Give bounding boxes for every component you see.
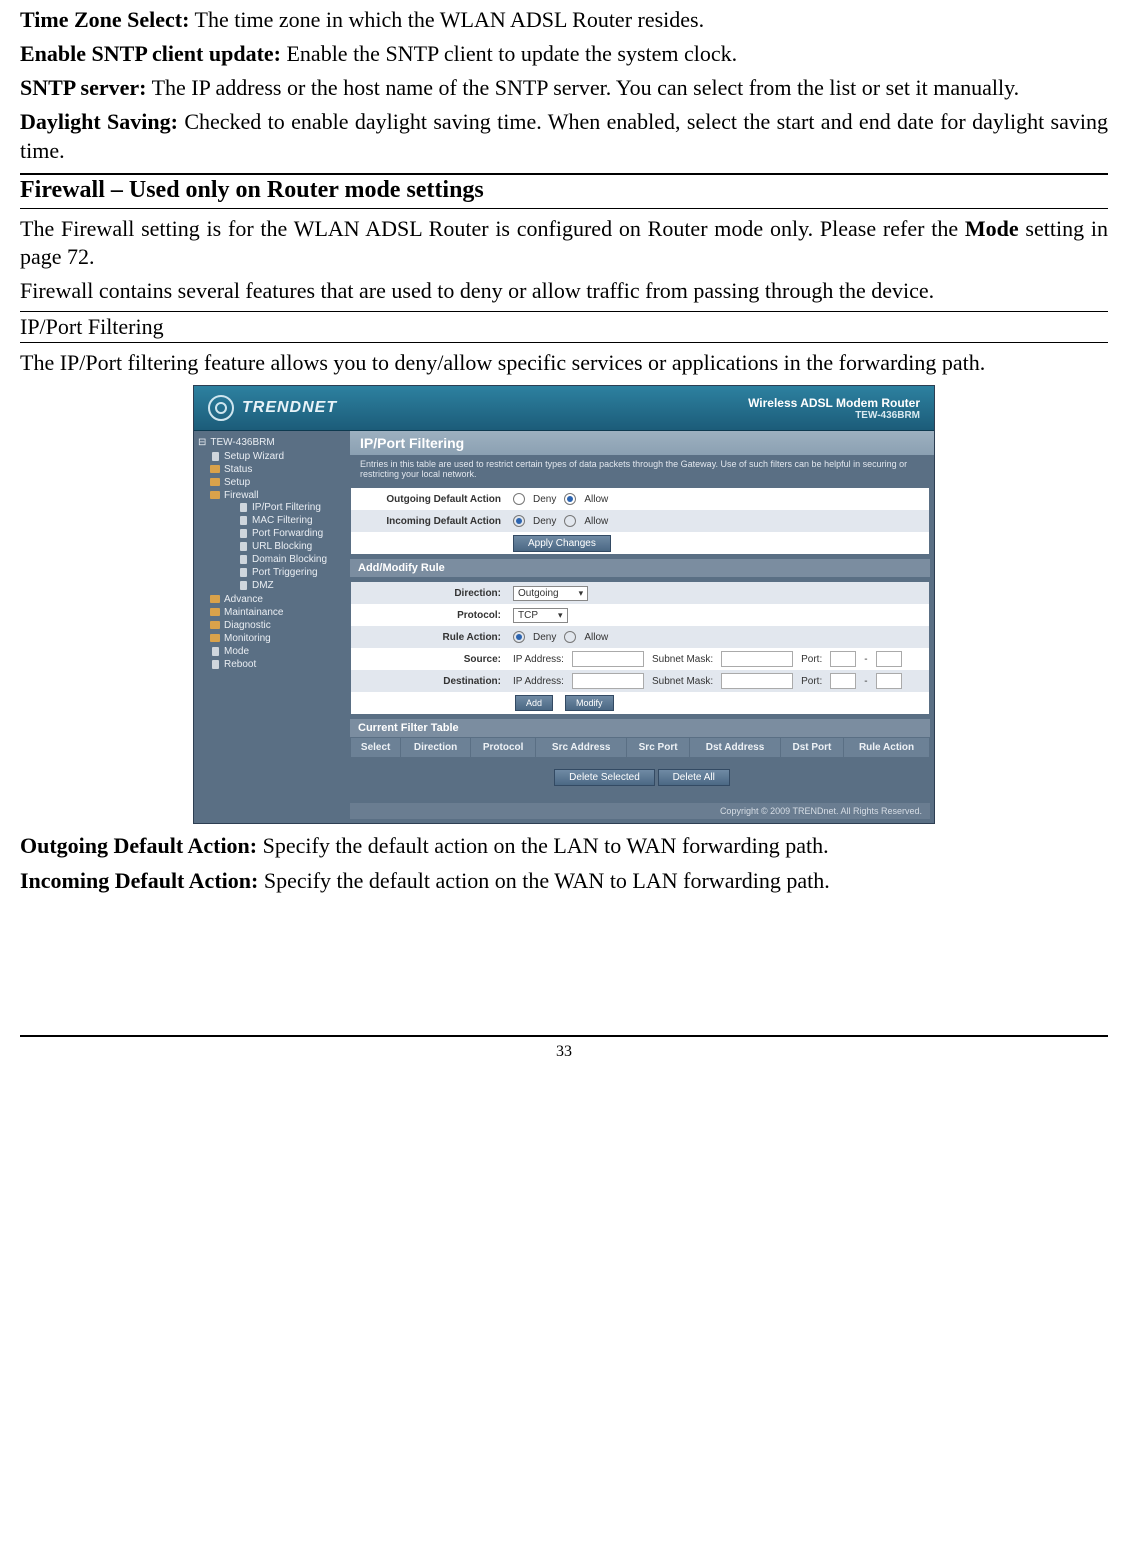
brand-text: TRENDNET [242,399,337,417]
dst-port-from-input[interactable] [830,673,856,689]
page-number: 33 [20,1035,1108,1061]
nav-url-blocking[interactable]: URL Blocking [238,540,346,553]
nav-firewall[interactable]: Firewall IP/Port Filtering MAC Filtering… [210,489,346,593]
fw-para2: Firewall contains several features that … [20,277,1108,305]
nav-port-triggering[interactable]: Port Triggering [238,566,346,579]
dst-port-to-input[interactable] [876,673,902,689]
outgoing-deny-radio[interactable] [513,493,525,505]
protocol-select[interactable]: TCP [513,608,568,623]
nav-advance[interactable]: Advance [210,593,346,606]
def-timezone: Time Zone Select: The time zone in which… [20,6,1108,34]
direction-select[interactable]: Outgoing [513,586,588,601]
product-label: Wireless ADSL Modem Router TEW-436BRM [748,396,920,421]
incoming-allow-radio[interactable] [564,515,576,527]
def-incoming: Incoming Default Action: Specify the def… [20,867,1108,895]
src-port-to-input[interactable] [876,651,902,667]
dst-mask-input[interactable] [721,673,793,689]
protocol-label: Protocol: [351,610,509,621]
nav-dmz[interactable]: DMZ [238,579,346,592]
apply-changes-button[interactable]: Apply Changes [513,535,611,552]
brand: TRENDNET [208,395,337,421]
nav-diagnostic[interactable]: Diagnostic [210,619,346,632]
nav-status[interactable]: Status [210,463,346,476]
ipport-para: The IP/Port filtering feature allows you… [20,349,1108,377]
ruleaction-allow-radio[interactable] [564,631,576,643]
heading-ipport: IP/Port Filtering [20,311,1108,343]
nav-mac-filtering[interactable]: MAC Filtering [238,514,346,527]
heading-firewall: Firewall – Used only on Router mode sett… [20,173,1108,209]
add-button[interactable]: Add [515,695,553,711]
destination-label: Destination: [351,676,509,687]
nav-setup-wizard[interactable]: Setup Wizard [210,450,346,463]
def-sntp-server: SNTP server: The IP address or the host … [20,74,1108,102]
def-daylight: Daylight Saving: Checked to enable dayli… [20,108,1108,164]
dst-ip-input[interactable] [572,673,644,689]
filter-table: SelectDirectionProtocol Src AddressSrc P… [350,737,930,758]
def-sntp-enable: Enable SNTP client update: Enable the SN… [20,40,1108,68]
section-add-modify: Add/Modify Rule [350,559,930,577]
ruleaction-deny-radio[interactable] [513,631,525,643]
src-mask-input[interactable] [721,651,793,667]
delete-all-button[interactable]: Delete All [658,769,730,786]
modify-button[interactable]: Modify [565,695,614,711]
nav-port-forwarding[interactable]: Port Forwarding [238,527,346,540]
incoming-default-label: Incoming Default Action [351,516,509,527]
nav-ipport-filtering[interactable]: IP/Port Filtering [238,501,346,514]
nav-maintainance[interactable]: Maintainance [210,606,346,619]
src-ip-input[interactable] [572,651,644,667]
section-filter-table: Current Filter Table [350,719,930,737]
nav-tree: ⊟TEW-436BRM Setup Wizard Status Setup Fi… [194,431,350,823]
footer-copyright: Copyright © 2009 TRENDnet. All Rights Re… [350,803,930,819]
def-outgoing: Outgoing Default Action: Specify the def… [20,832,1108,860]
outgoing-allow-radio[interactable] [564,493,576,505]
router-screenshot: TRENDNET Wireless ADSL Modem Router TEW-… [193,385,935,824]
ruleaction-label: Rule Action: [351,632,509,643]
nav-reboot[interactable]: Reboot [210,658,346,671]
source-label: Source: [351,654,509,665]
outgoing-default-label: Outgoing Default Action [351,494,509,505]
nav-monitoring[interactable]: Monitoring [210,632,346,645]
incoming-deny-radio[interactable] [513,515,525,527]
fw-para1: The Firewall setting is for the WLAN ADS… [20,215,1108,271]
panel-desc: Entries in this table are used to restri… [350,455,934,483]
brand-logo-icon [208,395,234,421]
direction-label: Direction: [351,588,509,599]
nav-setup[interactable]: Setup [210,476,346,489]
panel-title: IP/Port Filtering [350,431,934,455]
delete-selected-button[interactable]: Delete Selected [554,769,655,786]
nav-domain-blocking[interactable]: Domain Blocking [238,553,346,566]
src-port-from-input[interactable] [830,651,856,667]
nav-mode[interactable]: Mode [210,645,346,658]
